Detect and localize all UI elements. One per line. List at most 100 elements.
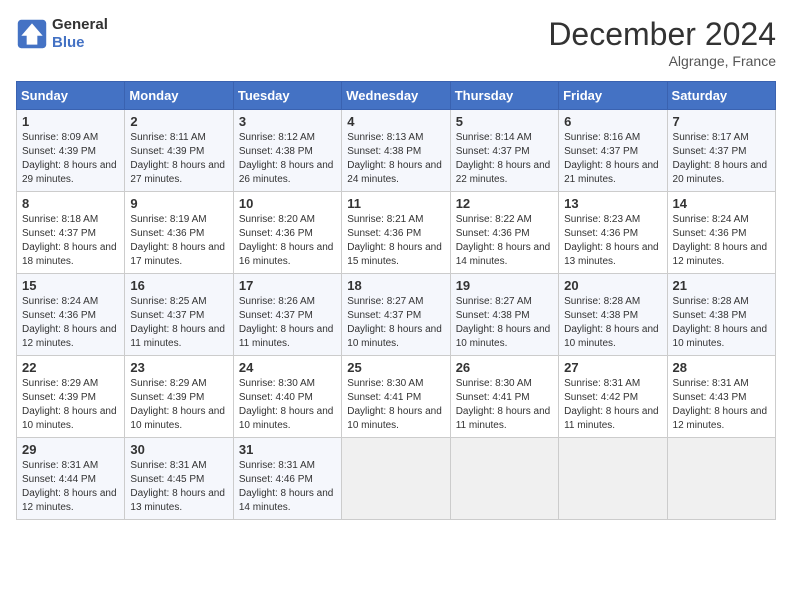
day-number: 18 [347, 278, 444, 293]
calendar-table: Sunday Monday Tuesday Wednesday Thursday… [16, 81, 776, 520]
cell-content: Sunrise: 8:30 AMSunset: 4:41 PMDaylight:… [347, 377, 444, 433]
empty-cell [667, 438, 775, 520]
day-number: 31 [239, 442, 336, 457]
cell-content: Sunrise: 8:29 AMSunset: 4:39 PMDaylight:… [130, 377, 227, 433]
cell-content: Sunrise: 8:13 AMSunset: 4:38 PMDaylight:… [347, 131, 444, 187]
col-sunday: Sunday [17, 82, 125, 110]
cell-content: Sunrise: 8:12 AMSunset: 4:38 PMDaylight:… [239, 131, 336, 187]
cell-content: Sunrise: 8:25 AMSunset: 4:37 PMDaylight:… [130, 295, 227, 351]
cell-content: Sunrise: 8:09 AMSunset: 4:39 PMDaylight:… [22, 131, 119, 187]
day-cell: 2 Sunrise: 8:11 AMSunset: 4:39 PMDayligh… [125, 110, 233, 192]
day-cell: 7 Sunrise: 8:17 AMSunset: 4:37 PMDayligh… [667, 110, 775, 192]
table-row: 29 Sunrise: 8:31 AMSunset: 4:44 PMDaylig… [17, 438, 776, 520]
cell-content: Sunrise: 8:11 AMSunset: 4:39 PMDaylight:… [130, 131, 227, 187]
col-tuesday: Tuesday [233, 82, 341, 110]
day-number: 4 [347, 114, 444, 129]
cell-content: Sunrise: 8:17 AMSunset: 4:37 PMDaylight:… [673, 131, 770, 187]
day-cell: 21 Sunrise: 8:28 AMSunset: 4:38 PMDaylig… [667, 274, 775, 356]
empty-cell [559, 438, 667, 520]
month-title: December 2024 [548, 16, 776, 53]
day-number: 7 [673, 114, 770, 129]
day-number: 14 [673, 196, 770, 211]
cell-content: Sunrise: 8:14 AMSunset: 4:37 PMDaylight:… [456, 131, 553, 187]
cell-content: Sunrise: 8:31 AMSunset: 4:44 PMDaylight:… [22, 459, 119, 515]
day-number: 27 [564, 360, 661, 375]
day-cell: 9 Sunrise: 8:19 AMSunset: 4:36 PMDayligh… [125, 192, 233, 274]
table-row: 8 Sunrise: 8:18 AMSunset: 4:37 PMDayligh… [17, 192, 776, 274]
empty-cell [342, 438, 450, 520]
day-cell: 26 Sunrise: 8:30 AMSunset: 4:41 PMDaylig… [450, 356, 558, 438]
cell-content: Sunrise: 8:23 AMSunset: 4:36 PMDaylight:… [564, 213, 661, 269]
day-cell: 8 Sunrise: 8:18 AMSunset: 4:37 PMDayligh… [17, 192, 125, 274]
cell-content: Sunrise: 8:26 AMSunset: 4:37 PMDaylight:… [239, 295, 336, 351]
day-number: 21 [673, 278, 770, 293]
table-row: 22 Sunrise: 8:29 AMSunset: 4:39 PMDaylig… [17, 356, 776, 438]
day-cell: 24 Sunrise: 8:30 AMSunset: 4:40 PMDaylig… [233, 356, 341, 438]
day-number: 20 [564, 278, 661, 293]
day-cell: 12 Sunrise: 8:22 AMSunset: 4:36 PMDaylig… [450, 192, 558, 274]
col-monday: Monday [125, 82, 233, 110]
day-cell: 14 Sunrise: 8:24 AMSunset: 4:36 PMDaylig… [667, 192, 775, 274]
day-cell: 1 Sunrise: 8:09 AMSunset: 4:39 PMDayligh… [17, 110, 125, 192]
cell-content: Sunrise: 8:22 AMSunset: 4:36 PMDaylight:… [456, 213, 553, 269]
day-number: 11 [347, 196, 444, 211]
title-block: December 2024 Algrange, France [548, 16, 776, 69]
day-number: 24 [239, 360, 336, 375]
cell-content: Sunrise: 8:28 AMSunset: 4:38 PMDaylight:… [673, 295, 770, 351]
cell-content: Sunrise: 8:19 AMSunset: 4:36 PMDaylight:… [130, 213, 227, 269]
logo-text: General Blue [52, 16, 108, 52]
day-cell: 29 Sunrise: 8:31 AMSunset: 4:44 PMDaylig… [17, 438, 125, 520]
cell-content: Sunrise: 8:24 AMSunset: 4:36 PMDaylight:… [22, 295, 119, 351]
day-cell: 3 Sunrise: 8:12 AMSunset: 4:38 PMDayligh… [233, 110, 341, 192]
day-cell: 11 Sunrise: 8:21 AMSunset: 4:36 PMDaylig… [342, 192, 450, 274]
header-row: Sunday Monday Tuesday Wednesday Thursday… [17, 82, 776, 110]
day-cell: 22 Sunrise: 8:29 AMSunset: 4:39 PMDaylig… [17, 356, 125, 438]
day-number: 3 [239, 114, 336, 129]
day-number: 23 [130, 360, 227, 375]
cell-content: Sunrise: 8:24 AMSunset: 4:36 PMDaylight:… [673, 213, 770, 269]
day-number: 29 [22, 442, 119, 457]
location: Algrange, France [548, 53, 776, 69]
cell-content: Sunrise: 8:18 AMSunset: 4:37 PMDaylight:… [22, 213, 119, 269]
day-cell: 25 Sunrise: 8:30 AMSunset: 4:41 PMDaylig… [342, 356, 450, 438]
day-number: 22 [22, 360, 119, 375]
cell-content: Sunrise: 8:21 AMSunset: 4:36 PMDaylight:… [347, 213, 444, 269]
day-number: 10 [239, 196, 336, 211]
col-thursday: Thursday [450, 82, 558, 110]
day-cell: 20 Sunrise: 8:28 AMSunset: 4:38 PMDaylig… [559, 274, 667, 356]
day-number: 26 [456, 360, 553, 375]
day-number: 30 [130, 442, 227, 457]
col-friday: Friday [559, 82, 667, 110]
day-number: 15 [22, 278, 119, 293]
logo-icon [16, 18, 48, 50]
cell-content: Sunrise: 8:31 AMSunset: 4:42 PMDaylight:… [564, 377, 661, 433]
day-cell: 30 Sunrise: 8:31 AMSunset: 4:45 PMDaylig… [125, 438, 233, 520]
day-cell: 23 Sunrise: 8:29 AMSunset: 4:39 PMDaylig… [125, 356, 233, 438]
day-cell: 18 Sunrise: 8:27 AMSunset: 4:37 PMDaylig… [342, 274, 450, 356]
cell-content: Sunrise: 8:20 AMSunset: 4:36 PMDaylight:… [239, 213, 336, 269]
cell-content: Sunrise: 8:30 AMSunset: 4:40 PMDaylight:… [239, 377, 336, 433]
col-saturday: Saturday [667, 82, 775, 110]
day-cell: 13 Sunrise: 8:23 AMSunset: 4:36 PMDaylig… [559, 192, 667, 274]
day-cell: 15 Sunrise: 8:24 AMSunset: 4:36 PMDaylig… [17, 274, 125, 356]
cell-content: Sunrise: 8:31 AMSunset: 4:43 PMDaylight:… [673, 377, 770, 433]
page-header: General Blue December 2024 Algrange, Fra… [16, 16, 776, 69]
day-number: 2 [130, 114, 227, 129]
day-number: 19 [456, 278, 553, 293]
day-cell: 16 Sunrise: 8:25 AMSunset: 4:37 PMDaylig… [125, 274, 233, 356]
cell-content: Sunrise: 8:30 AMSunset: 4:41 PMDaylight:… [456, 377, 553, 433]
day-cell: 6 Sunrise: 8:16 AMSunset: 4:37 PMDayligh… [559, 110, 667, 192]
day-cell: 4 Sunrise: 8:13 AMSunset: 4:38 PMDayligh… [342, 110, 450, 192]
day-cell: 31 Sunrise: 8:31 AMSunset: 4:46 PMDaylig… [233, 438, 341, 520]
cell-content: Sunrise: 8:29 AMSunset: 4:39 PMDaylight:… [22, 377, 119, 433]
cell-content: Sunrise: 8:31 AMSunset: 4:45 PMDaylight:… [130, 459, 227, 515]
day-number: 25 [347, 360, 444, 375]
table-row: 1 Sunrise: 8:09 AMSunset: 4:39 PMDayligh… [17, 110, 776, 192]
day-number: 8 [22, 196, 119, 211]
cell-content: Sunrise: 8:28 AMSunset: 4:38 PMDaylight:… [564, 295, 661, 351]
day-number: 13 [564, 196, 661, 211]
day-number: 1 [22, 114, 119, 129]
day-number: 9 [130, 196, 227, 211]
day-number: 5 [456, 114, 553, 129]
day-cell: 27 Sunrise: 8:31 AMSunset: 4:42 PMDaylig… [559, 356, 667, 438]
